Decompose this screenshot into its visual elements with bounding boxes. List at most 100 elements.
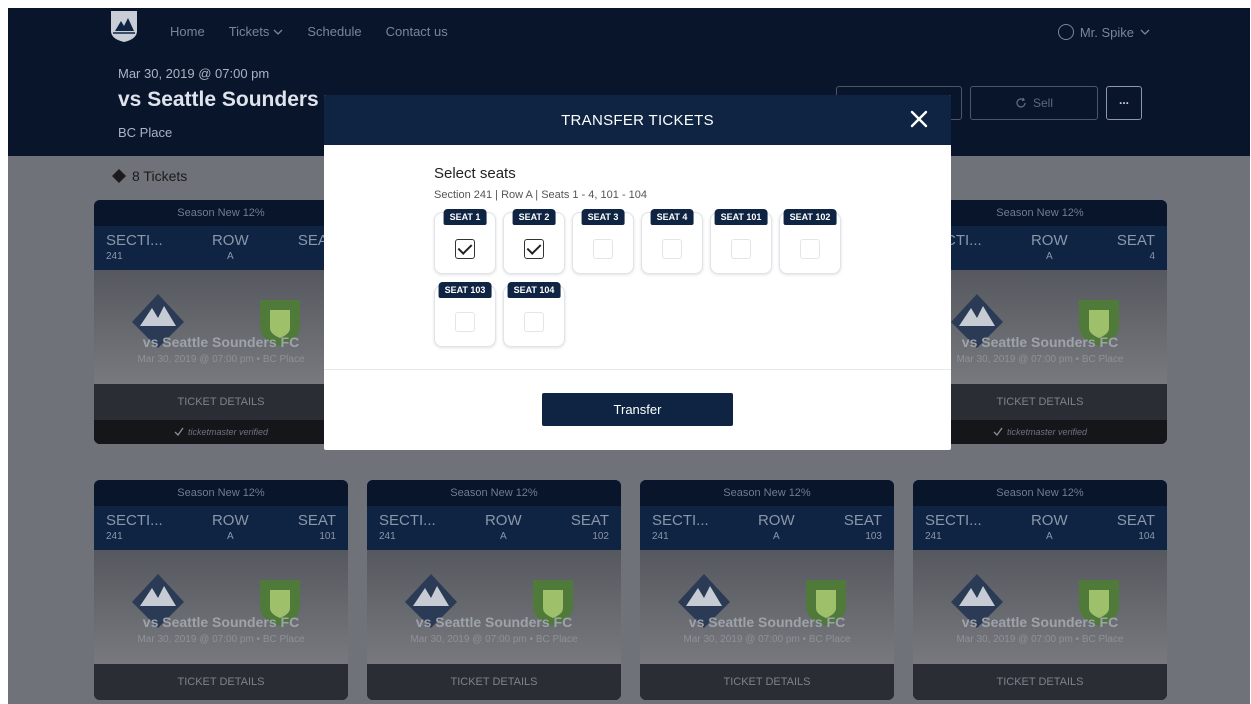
whitecaps-logo[interactable] [109,9,139,43]
more-icon: ... [1118,93,1129,107]
row-header: ROW [211,232,249,249]
seat-value: 104 [1138,531,1155,542]
matchup-date: Mar 30, 2019 @ 07:00 pm • BC Place [137,634,305,645]
seat-option-102[interactable]: SEAT 102 [779,209,841,274]
seat-checkbox[interactable] [455,239,475,259]
ticket-details-button[interactable]: TICKET DETAILS [94,664,348,700]
seat-header: SEAT [1116,232,1155,249]
ticket-category: Season New 12% [640,480,894,506]
seat-label: SEAT 4 [650,209,694,225]
ticket-artwork: vs Seattle Sounders FC Mar 30, 2019 @ 07… [367,550,621,664]
ticket-artwork: vs Seattle Sounders FC Mar 30, 2019 @ 07… [94,270,348,384]
seat-label: SEAT 104 [507,282,561,298]
row-header: ROW [1030,512,1068,529]
ticket-card[interactable]: Season New 12% SECTI... 241 ROW A SEAT 104 … [913,480,1167,700]
verified-badge: ticketmaster verified [94,420,348,444]
seat-header: SEAT [297,512,336,529]
ticket-details-button[interactable]: TICKET DETAILS [913,384,1167,420]
sell-button[interactable]: Sell [970,86,1098,120]
ticket-card[interactable]: Season New 12% SECTI...241 ROWA SEAT1 vs… [94,200,348,444]
seat-checkbox[interactable] [593,239,613,259]
verified-label: ticketmaster verified [1006,427,1088,437]
seat-label: SEAT 3 [581,209,625,225]
seat-label: SEAT 1 [443,209,487,225]
seat-value: 103 [865,531,882,542]
matchup-date: Mar 30, 2019 @ 07:00 pm • BC Place [410,634,578,645]
row-header: ROW [1030,232,1068,249]
section-value: 241 [925,531,942,542]
ticket-details-button[interactable]: TICKET DETAILS [640,664,894,700]
seat-label: SEAT 103 [438,282,492,298]
seat-checkbox[interactable] [731,239,751,259]
matchup-date: Mar 30, 2019 @ 07:00 pm • BC Place [683,634,851,645]
main-nav: Home Tickets Schedule Contact us [170,24,448,39]
ticket-artwork: vs Seattle Sounders FC Mar 30, 2019 @ 07… [913,270,1167,384]
nav-contact[interactable]: Contact us [386,24,448,39]
verified-label: ticketmaster verified [187,427,269,437]
chevron-down-icon [1140,29,1150,35]
user-icon [1057,24,1074,40]
ticket-meta: SECTI...241 ROWA SEAT1 [94,226,348,270]
transfer-button[interactable]: Transfer [542,393,733,426]
ticket-meta: SECTI...241 ROWA SEAT4 [913,226,1167,270]
matchup-label: vs Seattle Sounders FC [142,614,300,630]
row-value: A [226,531,234,542]
ticket-card[interactable]: Season New 12% SECTI...241 ROWA SEAT4 vs… [913,200,1167,444]
ticket-card[interactable]: Season New 12% SECTI... 241 ROW A SEAT 102 … [367,480,621,700]
section-value: 241 [379,531,396,542]
seat-value: 4 [1149,251,1155,262]
matchup-label: vs Seattle Sounders FC [961,614,1119,630]
event-title: vs Seattle Sounders [118,88,319,111]
modal-divider [324,369,951,370]
verified-badge: ticketmaster verified [913,420,1167,444]
ticket-details-button[interactable]: TICKET DETAILS [94,384,348,420]
seat-checkbox[interactable] [455,312,475,332]
ticket-card[interactable]: Season New 12% SECTI... 241 ROW A SEAT 103 … [640,480,894,700]
seat-checkbox[interactable] [662,239,682,259]
row-value: A [772,531,780,542]
section-value: 241 [106,531,123,542]
seat-option-4[interactable]: SEAT 4 [641,209,703,274]
matchup-label: vs Seattle Sounders FC [415,614,573,630]
seat-value: 101 [319,531,336,542]
select-seats-subtitle: Section 241 | Row A | Seats 1 - 4, 101 -… [434,189,648,201]
ticket-category: Season New 12% [367,480,621,506]
ticket-details-button[interactable]: TICKET DETAILS [913,664,1167,700]
ticket-category: Season New 12% [913,200,1167,226]
matchup-label: vs Seattle Sounders FC [688,614,846,630]
ticket-artwork: vs Seattle Sounders FC Mar 30, 2019 @ 07… [94,550,348,664]
seat-header: SEAT [570,512,609,529]
seat-label: SEAT 102 [783,209,837,225]
more-options-button[interactable]: ... [1106,86,1142,120]
row-value: A [499,531,507,542]
seat-option-101[interactable]: SEAT 101 [710,209,772,274]
ticket-category: Season New 12% [94,480,348,506]
seat-option-2[interactable]: SEAT 2 [503,209,565,274]
seat-checkbox[interactable] [524,239,544,259]
section-header: SECTI... [106,512,163,529]
seat-option-3[interactable]: SEAT 3 [572,209,634,274]
user-menu[interactable]: Mr. Spike [1057,24,1150,40]
nav-home[interactable]: Home [170,24,205,39]
transfer-tickets-modal: TRANSFER TICKETS Select seats Section 24… [324,95,951,450]
ticket-card[interactable]: Season New 12% SECTI... 241 ROW A SEAT 101 … [94,480,348,700]
seat-checkbox[interactable] [524,312,544,332]
tickets-count: 8 Tickets [112,168,187,184]
ticket-meta: SECTI... 241 ROW A SEAT 103 [640,506,894,550]
ticket-details-button[interactable]: TICKET DETAILS [367,664,621,700]
close-icon[interactable] [905,105,933,133]
nav-tickets[interactable]: Tickets [229,24,284,39]
matchup-date: Mar 30, 2019 @ 07:00 pm • BC Place [137,354,305,365]
seat-option-1[interactable]: SEAT 1 [434,209,496,274]
page-frame: Home Tickets Schedule Contact us Mr. Spi… [8,8,1250,704]
select-seats-title: Select seats [434,165,516,182]
seat-option-104[interactable]: SEAT 104 [503,282,565,347]
seat-checkbox[interactable] [800,239,820,259]
nav-schedule[interactable]: Schedule [307,24,361,39]
matchup-date: Mar 30, 2019 @ 07:00 pm • BC Place [956,634,1124,645]
user-name: Mr. Spike [1079,24,1134,40]
matchup-label: vs Seattle Sounders FC [961,334,1119,350]
ticket-icon [112,169,126,183]
seat-option-103[interactable]: SEAT 103 [434,282,496,347]
section-value: 241 [652,531,669,542]
